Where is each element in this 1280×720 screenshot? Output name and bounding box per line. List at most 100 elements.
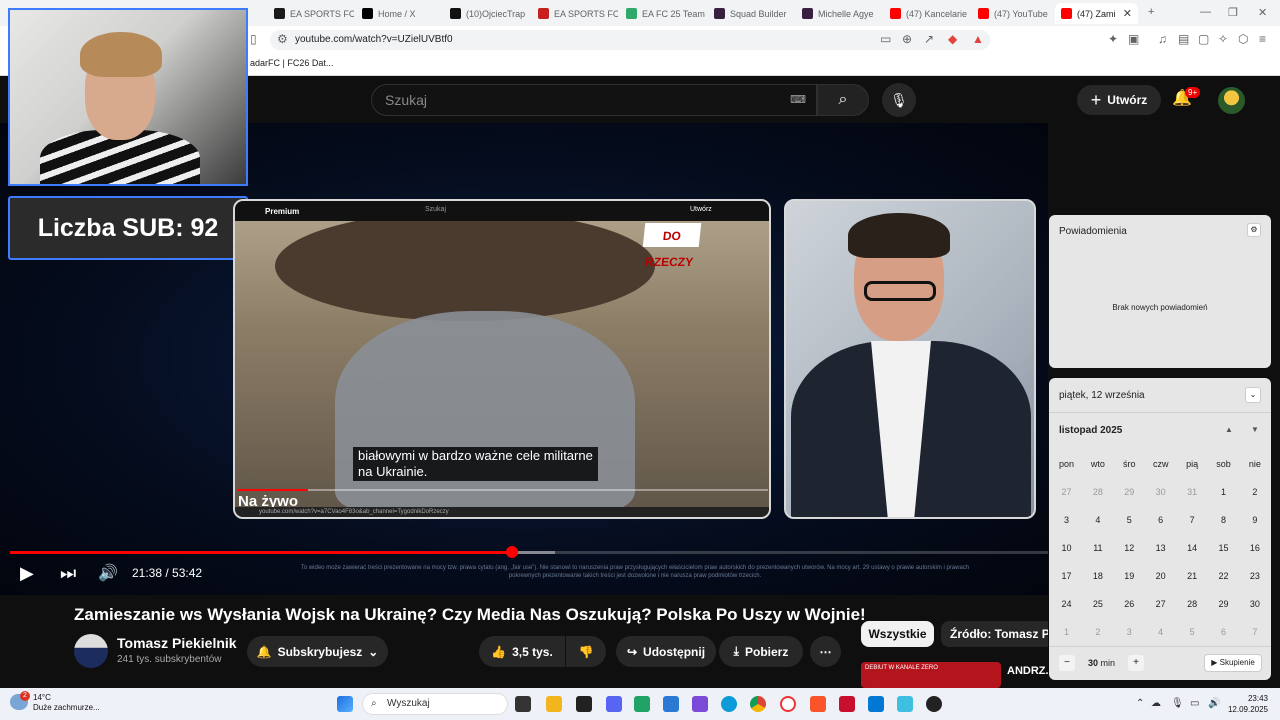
browser-tab[interactable]: EA SPORTS FC — [268, 3, 354, 24]
video-progress-bar[interactable] — [10, 546, 1048, 558]
download-button[interactable]: ⤓ Pobierz — [719, 636, 803, 667]
chevron-down-icon[interactable]: ⌄ — [1245, 387, 1261, 403]
calendar-day[interactable]: 26 — [1114, 599, 1145, 609]
decrease-focus-button[interactable]: − — [1059, 655, 1075, 671]
calendar-day[interactable]: 16 — [1239, 543, 1270, 553]
file-explorer-icon[interactable] — [546, 696, 562, 712]
browser-tab[interactable]: EA FC 25 Team — [620, 3, 706, 24]
close-window-icon[interactable]: ✕ — [1258, 6, 1267, 19]
calendar-day[interactable]: 29 — [1114, 487, 1145, 497]
calendar-day[interactable]: 30 — [1239, 599, 1270, 609]
calendar-day[interactable]: 19 — [1114, 571, 1145, 581]
calendar-day[interactable]: 7 — [1239, 627, 1270, 637]
browser-tab[interactable]: Home / X — [356, 3, 442, 24]
calendar-day[interactable]: 28 — [1177, 599, 1208, 609]
vivaldi-icon[interactable] — [839, 696, 855, 712]
calendar-day[interactable]: 25 — [1082, 599, 1113, 609]
calendar-day[interactable]: 1 — [1051, 627, 1082, 637]
calendar-day[interactable]: 23 — [1239, 571, 1270, 581]
calendar-day[interactable]: 5 — [1114, 515, 1145, 525]
calendar-day[interactable]: 14 — [1177, 543, 1208, 553]
cast-icon[interactable]: ▭ — [880, 32, 891, 46]
share-button[interactable]: ↪ Udostępnij — [616, 636, 716, 667]
calendar-day[interactable]: 27 — [1145, 599, 1176, 609]
channel-name[interactable]: Tomasz Piekielnik — [117, 635, 237, 651]
browser-tab[interactable]: (47) YouTube — [972, 3, 1052, 24]
calendar-day[interactable]: 4 — [1082, 515, 1113, 525]
wallet-icon[interactable]: ▢ — [1198, 32, 1209, 46]
calendar-day[interactable]: 2 — [1239, 487, 1270, 497]
calendar-day[interactable]: 28 — [1082, 487, 1113, 497]
browser-tab[interactable]: Squad Builder — [708, 3, 794, 24]
brave-icon[interactable] — [810, 696, 826, 712]
close-tab-icon[interactable]: ✕ — [1123, 7, 1132, 20]
new-tab-icon[interactable]: + — [1148, 6, 1154, 18]
calendar-day[interactable]: 12 — [1114, 543, 1145, 553]
browser-tab[interactable]: EA SPORTS FC — [532, 3, 618, 24]
sidebar-icon[interactable]: ▤ — [1178, 32, 1189, 46]
github-icon[interactable] — [576, 696, 592, 712]
calendar-day[interactable]: 3 — [1051, 515, 1082, 525]
calendar-day[interactable]: 9 — [1239, 515, 1270, 525]
zoom-icon[interactable]: ⊕ — [902, 32, 912, 46]
dislike-button[interactable]: 👎 — [566, 636, 606, 667]
calendar-day[interactable]: 27 — [1051, 487, 1082, 497]
calendar-day[interactable]: 11 — [1082, 543, 1113, 553]
next-month-icon[interactable]: ▼ — [1251, 425, 1259, 434]
increase-focus-button[interactable]: + — [1128, 655, 1144, 671]
calendar-day[interactable]: 24 — [1051, 599, 1082, 609]
bookmark-icon[interactable]: ▯ — [250, 32, 257, 46]
cloud-icon[interactable]: ☁ — [1151, 698, 1161, 709]
calendar-day[interactable]: 6 — [1145, 515, 1176, 525]
calendar-day[interactable]: 10 — [1051, 543, 1082, 553]
previous-month-icon[interactable]: ▲ — [1225, 425, 1233, 434]
next-icon[interactable]: ⏭ — [60, 563, 76, 584]
task-view-icon[interactable] — [515, 696, 531, 712]
volume-tray-icon[interactable]: 🔊 — [1208, 698, 1220, 709]
calendar-day[interactable]: 21 — [1177, 571, 1208, 581]
opera-icon[interactable] — [780, 696, 796, 712]
excel-icon[interactable] — [634, 696, 650, 712]
channel-avatar[interactable] — [74, 634, 108, 668]
calendar-day[interactable]: 15 — [1208, 543, 1239, 553]
obs-icon[interactable] — [926, 696, 942, 712]
minimize-icon[interactable]: — — [1200, 6, 1211, 18]
calendar-day[interactable]: 20 — [1145, 571, 1176, 581]
site-info-icon[interactable]: ⚙ — [277, 32, 288, 46]
vscode-icon[interactable] — [663, 696, 679, 712]
keyboard-icon[interactable]: ⌨ — [790, 85, 806, 115]
calendar-day[interactable]: 4 — [1145, 627, 1176, 637]
share-icon[interactable]: ↗ — [924, 32, 934, 46]
calendar-day[interactable]: 29 — [1208, 599, 1239, 609]
calendar-day[interactable]: 7 — [1177, 515, 1208, 525]
ai-icon[interactable]: ✧ — [1218, 32, 1228, 46]
rewards-icon[interactable]: ▲ — [972, 32, 984, 46]
tray-chevron-icon[interactable]: ⌃ — [1136, 698, 1144, 709]
voice-search-button[interactable]: 🎙 — [882, 83, 916, 117]
music-icon[interactable]: ♫ — [1158, 32, 1167, 46]
search-input[interactable]: Szukaj ⌨ — [371, 84, 817, 116]
edge-icon[interactable] — [721, 696, 737, 712]
subscribe-button[interactable]: 🔔 Subskrybujesz ⌄ — [247, 636, 388, 667]
discord-icon[interactable] — [606, 696, 622, 712]
extensions-icon[interactable]: ✦ — [1108, 32, 1118, 46]
vpn-icon[interactable]: ⬡ — [1238, 32, 1248, 46]
search-button[interactable]: ⌕ — [817, 84, 869, 116]
calendar-day[interactable]: 22 — [1208, 571, 1239, 581]
recommendation-title[interactable]: ANDRZ... POSYŁSKIE DRONY, NATO, CZ — [1007, 665, 1052, 677]
brave-shield-icon[interactable]: ◆ — [948, 32, 957, 46]
store-icon[interactable] — [868, 696, 884, 712]
calendar-day[interactable]: 2 — [1082, 627, 1113, 637]
app-icon[interactable] — [897, 696, 913, 712]
menu-icon[interactable]: ≡ — [1259, 32, 1266, 46]
calendar-day[interactable]: 13 — [1145, 543, 1176, 553]
start-icon[interactable] — [337, 696, 353, 712]
screenshot-icon[interactable]: ▣ — [1128, 32, 1139, 46]
calendar-day[interactable]: 17 — [1051, 571, 1082, 581]
recommendation-thumbnail[interactable]: DEBIUT W KANALE ZERO — [861, 662, 1001, 688]
calendar-day[interactable]: 1 — [1208, 487, 1239, 497]
notification-settings-icon[interactable]: ⚙ — [1247, 223, 1261, 237]
more-actions-button[interactable]: ⋯ — [810, 636, 841, 667]
calendar-day[interactable]: 3 — [1114, 627, 1145, 637]
calendar-day[interactable]: 18 — [1082, 571, 1113, 581]
